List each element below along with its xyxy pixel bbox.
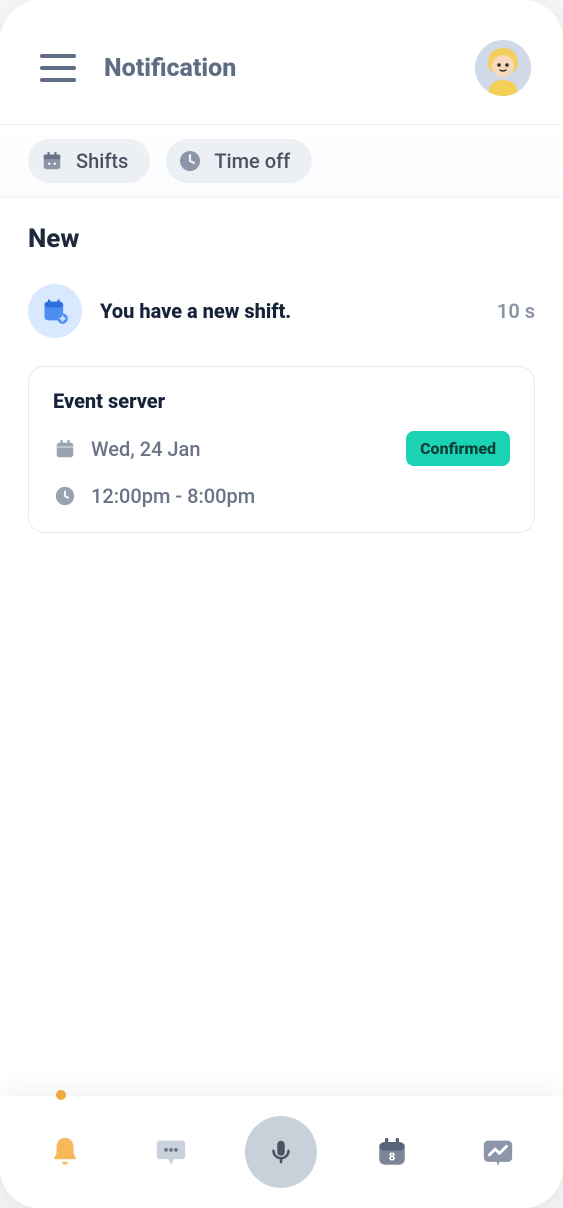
menu-icon (40, 54, 76, 58)
shift-date: Wed, 24 Jan (91, 437, 200, 461)
content-area: New You have a new shift. 10 s Event ser… (0, 198, 563, 1096)
new-shift-icon (28, 284, 82, 338)
filter-chip-timeoff[interactable]: Time off (166, 139, 312, 183)
shift-card-title: Event server (53, 389, 510, 413)
bell-icon (48, 1135, 82, 1169)
calendar-icon (53, 437, 77, 461)
mic-icon (266, 1137, 296, 1167)
filter-chip-shifts[interactable]: Shifts (28, 139, 150, 183)
filter-bar: Shifts Time off (0, 124, 563, 198)
clock-icon (53, 484, 77, 508)
shift-date-row: Wed, 24 Jan Confirmed (53, 431, 510, 466)
nav-messages[interactable] (139, 1120, 203, 1184)
chat-icon (154, 1135, 188, 1169)
shift-time: 12:00pm - 8:00pm (91, 484, 255, 508)
page-title: Notification (104, 54, 236, 83)
section-heading: New (28, 224, 535, 254)
nav-schedule[interactable]: 8 (360, 1120, 424, 1184)
shift-time-row: 12:00pm - 8:00pm (53, 484, 510, 508)
nav-insights[interactable] (466, 1120, 530, 1184)
avatar[interactable] (475, 40, 531, 96)
menu-button[interactable] (40, 54, 76, 82)
filter-chip-label: Time off (214, 149, 290, 173)
active-indicator-dot (56, 1090, 66, 1100)
header: Notification (0, 0, 563, 124)
filter-chip-label: Shifts (76, 149, 128, 173)
nav-notifications[interactable] (33, 1120, 97, 1184)
app-window: Notification Shifts Time off (0, 0, 563, 1208)
calendar-icon: 8 (375, 1135, 409, 1169)
notification-title: You have a new shift. (100, 299, 479, 323)
status-badge: Confirmed (406, 431, 510, 466)
trend-icon (481, 1135, 515, 1169)
svg-text:8: 8 (388, 1150, 395, 1164)
avatar-icon (475, 40, 531, 96)
notification-row[interactable]: You have a new shift. 10 s (28, 284, 535, 338)
calendar-icon (38, 147, 66, 175)
shift-card[interactable]: Event server Wed, 24 Jan Confirmed 12:00… (28, 366, 535, 533)
notification-time: 10 s (497, 299, 535, 323)
clock-icon (176, 147, 204, 175)
nav-voice[interactable] (245, 1116, 317, 1188)
bottom-nav: 8 (0, 1096, 563, 1208)
